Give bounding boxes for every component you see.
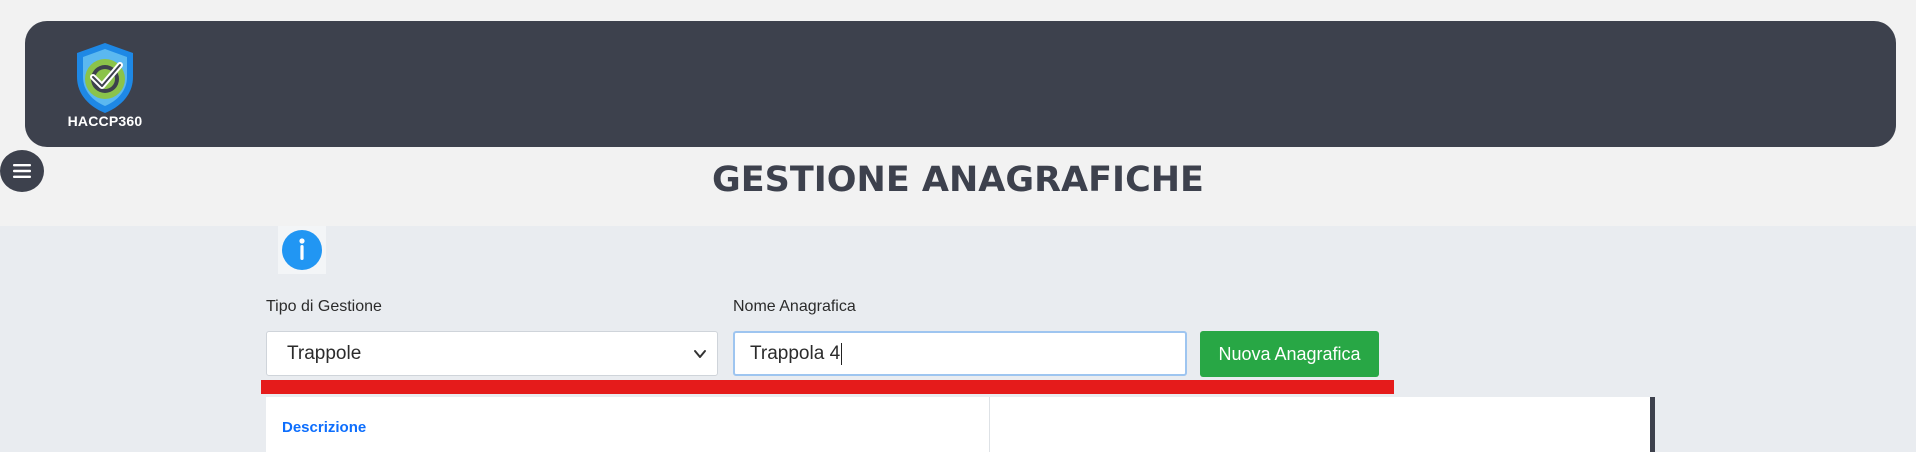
nome-anagrafica-value: Trappola 4: [750, 342, 841, 364]
info-icon: [282, 230, 322, 270]
brand-logo[interactable]: HACCP360: [53, 39, 157, 135]
anagrafiche-table: Descrizione: [266, 397, 1655, 452]
logo-text: HACCP360: [67, 113, 143, 129]
info-button[interactable]: [278, 226, 326, 274]
column-divider: [989, 397, 990, 452]
text-cursor: [841, 342, 843, 365]
nome-anagrafica-input[interactable]: Trappola 4: [733, 331, 1187, 376]
column-header-descrizione[interactable]: Descrizione: [282, 419, 366, 436]
page-title: GESTIONE ANAGRAFICHE: [712, 160, 1204, 200]
tipo-gestione-select[interactable]: Trappole: [266, 331, 718, 376]
tipo-gestione-value: Trappole: [287, 342, 362, 364]
nome-anagrafica-label: Nome Anagrafica: [733, 298, 856, 315]
haccp-shield-logo-icon: [77, 43, 133, 113]
highlight-bar: [261, 380, 1394, 394]
app-header: HACCP360: [25, 21, 1896, 147]
nuova-anagrafica-button[interactable]: Nuova Anagrafica: [1200, 331, 1379, 377]
chevron-down-icon: [694, 350, 706, 358]
tipo-gestione-label: Tipo di Gestione: [266, 298, 382, 315]
